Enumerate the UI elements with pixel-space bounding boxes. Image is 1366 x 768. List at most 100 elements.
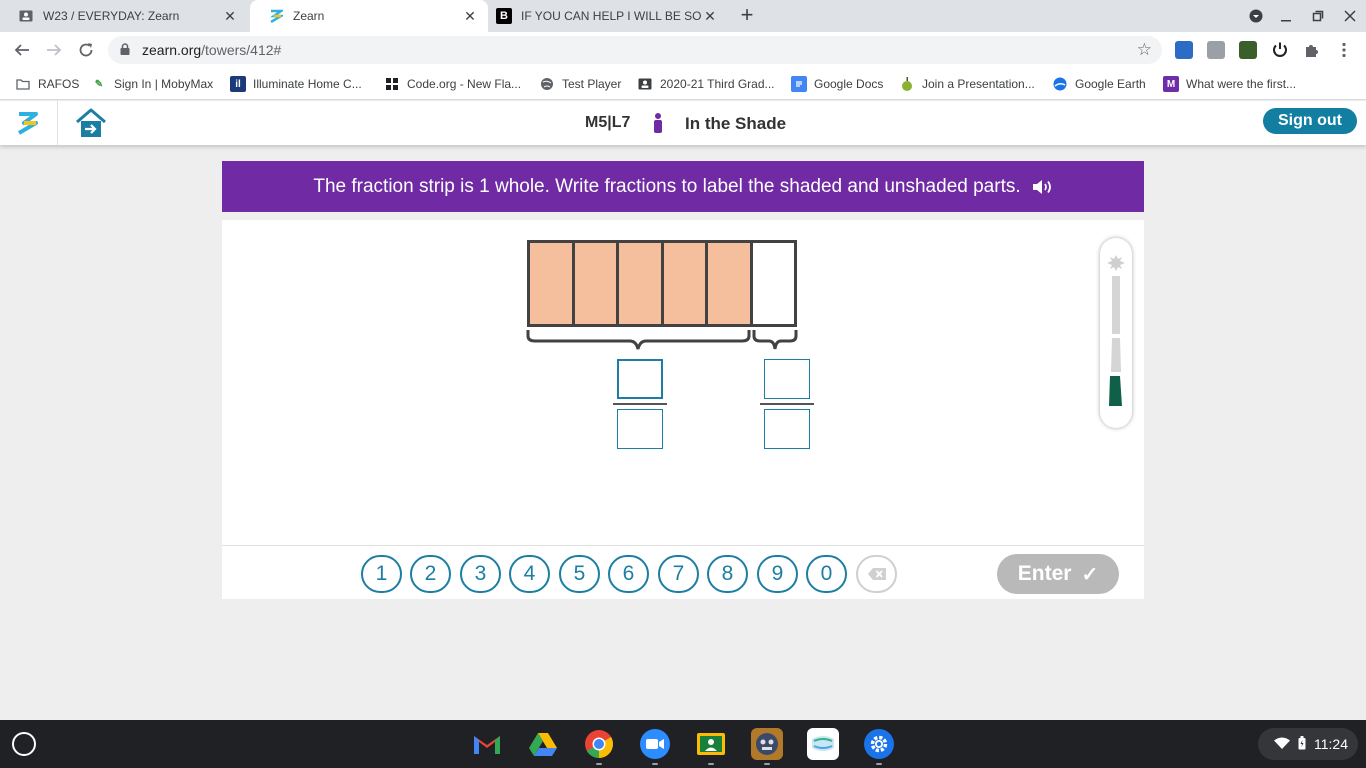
group-braces xyxy=(526,330,798,350)
bookmark-label: Google Earth xyxy=(1075,77,1146,91)
reload-icon[interactable] xyxy=(76,40,96,60)
work-area xyxy=(222,220,1144,545)
key-3[interactable]: 3 xyxy=(460,555,501,593)
kebab-menu-icon[interactable] xyxy=(1335,41,1353,59)
mobymax-icon: ✎ xyxy=(94,78,104,90)
bookmark-illuminate[interactable]: il Illuminate Home C... xyxy=(230,76,362,92)
shaded-brace xyxy=(526,330,751,350)
bookmark-google-earth[interactable]: Google Earth xyxy=(1052,76,1146,92)
backspace-button[interactable] xyxy=(856,555,897,593)
gmail-icon[interactable] xyxy=(471,728,503,760)
bookmark-label: Join a Presentation... xyxy=(922,77,1035,91)
key-8[interactable]: 8 xyxy=(707,555,748,593)
close-tab-icon[interactable]: ✕ xyxy=(222,8,238,24)
google-earth-icon xyxy=(1052,76,1068,92)
shaded-denominator-input[interactable] xyxy=(617,409,663,449)
m-icon: M xyxy=(1163,76,1179,92)
unshaded-denominator-input[interactable] xyxy=(764,409,810,449)
status-tray[interactable]: 11:24 xyxy=(1258,728,1358,760)
class-app-icon[interactable] xyxy=(807,728,839,760)
bookmark-label: RAFOS xyxy=(38,77,80,91)
backspace-icon xyxy=(867,568,886,580)
lock-icon[interactable] xyxy=(120,42,132,58)
google-drive-icon[interactable] xyxy=(527,728,559,760)
key-0[interactable]: 0 xyxy=(806,555,847,593)
key-6[interactable]: 6 xyxy=(608,555,649,593)
launcher-icon[interactable] xyxy=(12,732,36,756)
extensions-puzzle-icon[interactable] xyxy=(1303,41,1321,59)
tab-search-icon[interactable] xyxy=(1246,6,1266,26)
bookmark-third-grade[interactable]: 2020-21 Third Grad... xyxy=(637,76,775,92)
extension-gray-icon[interactable] xyxy=(1207,41,1225,59)
bookmark-label: Illuminate Home C... xyxy=(253,77,362,91)
close-tab-icon[interactable]: ✕ xyxy=(462,8,478,24)
zearn-logo-icon[interactable] xyxy=(14,109,42,137)
minimize-icon[interactable] xyxy=(1276,6,1296,26)
game-app-icon[interactable] xyxy=(751,728,783,760)
shaded-fraction-bar xyxy=(613,403,667,405)
key-7[interactable]: 7 xyxy=(658,555,699,593)
bookmark-rafos[interactable]: RAFOS xyxy=(15,76,79,92)
bookmark-test-player[interactable]: Test Player xyxy=(539,76,621,92)
restore-icon[interactable] xyxy=(1308,6,1328,26)
bookmark-mobymax[interactable]: ✎ Sign In | MobyMax xyxy=(91,76,213,92)
key-1[interactable]: 1 xyxy=(361,555,402,593)
contact-card-icon xyxy=(18,8,34,24)
key-9[interactable]: 9 xyxy=(757,555,798,593)
bookmark-google-docs[interactable]: Google Docs xyxy=(791,76,883,92)
zearn-favicon-icon xyxy=(268,8,284,24)
unshaded-brace xyxy=(752,330,798,350)
globe-icon xyxy=(539,76,555,92)
key-2[interactable]: 2 xyxy=(410,555,451,593)
bookmark-code-org[interactable]: Code.org - New Fla... xyxy=(384,76,521,92)
bookmark-star-icon[interactable]: ☆ xyxy=(1137,40,1152,60)
extension-blue-icon[interactable] xyxy=(1175,41,1193,59)
game-running-indicator xyxy=(764,763,770,765)
chrome-icon[interactable] xyxy=(583,728,615,760)
mission-lesson-code: M5|L7 xyxy=(585,114,631,131)
unshaded-numerator-input[interactable] xyxy=(764,359,810,399)
extension-green-icon[interactable] xyxy=(1239,41,1257,59)
enter-button[interactable]: Enter ✓ xyxy=(997,554,1119,594)
shaded-part xyxy=(708,243,753,324)
google-classroom-icon[interactable] xyxy=(695,728,727,760)
close-tab-icon[interactable]: ✕ xyxy=(702,8,718,24)
home-icon[interactable] xyxy=(74,107,108,139)
key-5[interactable]: 5 xyxy=(559,555,600,593)
bookmark-what-were-first[interactable]: M What were the first... xyxy=(1163,76,1296,92)
new-tab-button[interactable]: + xyxy=(737,4,757,26)
unshaded-fraction-bar xyxy=(760,403,814,405)
close-window-icon[interactable] xyxy=(1340,6,1360,26)
illuminate-icon: il xyxy=(230,76,246,92)
tower-progress-meter xyxy=(1100,238,1132,428)
number-keypad: 1 2 3 4 5 6 7 8 9 0 Enter ✓ xyxy=(222,545,1144,599)
unshaded-part xyxy=(753,243,795,324)
settings-gear-icon[interactable] xyxy=(863,728,895,760)
shaded-part xyxy=(619,243,664,324)
forward-arrow-icon[interactable] xyxy=(44,40,64,60)
address-bar[interactable]: zearn.org/towers/412# ☆ xyxy=(108,36,1162,64)
tab-w23-everyday[interactable]: W23 / EVERYDAY: Zearn ✕ xyxy=(0,0,248,32)
folder-icon xyxy=(15,76,31,92)
header-divider xyxy=(57,101,58,145)
tab-help-question[interactable]: B IF YOU CAN HELP I WILL BE SO ✕ xyxy=(478,0,728,32)
speaker-icon[interactable] xyxy=(1031,178,1053,196)
key-4[interactable]: 4 xyxy=(509,555,550,593)
sign-out-button[interactable]: Sign out xyxy=(1263,108,1357,134)
battery-icon xyxy=(1298,735,1306,753)
tab-title: Zearn xyxy=(293,9,325,23)
bookmark-label: Test Player xyxy=(562,77,622,91)
prompt-text: The fraction strip is 1 whole. Write fra… xyxy=(313,175,1021,197)
zoom-icon[interactable] xyxy=(639,728,671,760)
shaded-numerator-input[interactable] xyxy=(617,359,663,399)
zoom-running-indicator xyxy=(652,763,658,765)
tower-progress-icon xyxy=(1107,255,1125,406)
tab-zearn[interactable]: Zearn ✕ xyxy=(250,0,488,32)
power-icon[interactable] xyxy=(1271,41,1289,59)
student-avatar-icon xyxy=(654,113,662,133)
zearn-header: M5|L7 In the Shade Sign out xyxy=(0,101,1366,145)
contact-card-icon xyxy=(637,76,653,92)
shaded-part xyxy=(530,243,575,324)
back-arrow-icon[interactable] xyxy=(12,40,32,60)
bookmark-presentation[interactable]: Join a Presentation... xyxy=(899,76,1035,92)
